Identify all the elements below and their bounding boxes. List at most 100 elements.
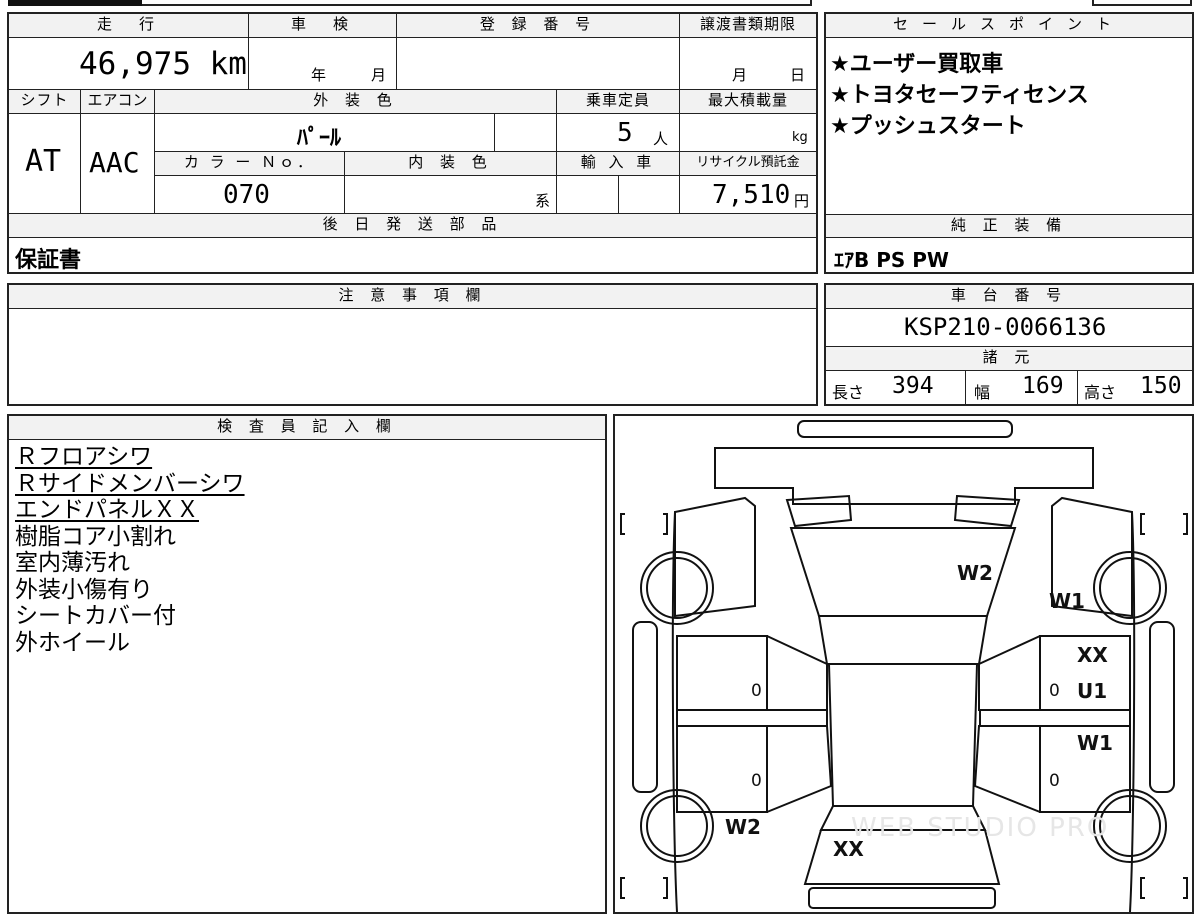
shift-cell: AT	[9, 114, 81, 214]
front-left-wheel	[640, 551, 714, 625]
interior-color-header: 内 装 色	[345, 152, 557, 176]
mark-right-front-fender: W1	[1049, 589, 1085, 613]
left-headlight	[785, 494, 853, 528]
right-front-door-inner	[978, 635, 1041, 711]
chassis-box: 車 台 番 号 KSP210-0066136 諸 元 長さ 394 幅 169 …	[824, 283, 1194, 406]
car-diagram: WEB STUDIO PRO W2 W1 XX U1 W1 W2 XX 0 0 …	[620, 420, 1188, 912]
left-sill	[676, 709, 828, 727]
aircon-cell: AAC	[81, 114, 155, 214]
import-header: 輸 入 車	[557, 152, 680, 176]
recycle-header: リサイクル預託金	[680, 152, 816, 176]
mark-left-rear-door-zero: 0	[751, 771, 762, 791]
mark-right-rear-door: W1	[1077, 731, 1113, 755]
inspection-month: 月	[371, 66, 387, 84]
interior-color-suffix: 系	[535, 192, 551, 210]
width-cell: 幅 169	[966, 371, 1078, 404]
capacity-header: 乗車定員	[557, 90, 680, 114]
sales-points-header: セールスポイント	[826, 14, 1192, 38]
front-bumper-outline	[797, 420, 1013, 438]
sales-points-box: セールスポイント ★ユーザー買取車 ★トヨタセーフティセンス ★プッシュスタート…	[824, 12, 1194, 274]
capacity-unit: 人	[653, 130, 669, 148]
rear-bumper-outline	[808, 887, 996, 909]
front-left-wheel-inner	[646, 557, 708, 619]
aircon-header: エアコン	[81, 90, 155, 114]
exterior-color-extra	[495, 114, 557, 152]
inspection-year: 年	[311, 66, 327, 84]
left-rear-door-inner	[766, 725, 833, 813]
later-parts-cell: 保証書	[9, 238, 816, 273]
sales-point-item: ★トヨタセーフティセンス	[830, 83, 1089, 108]
top-strip-right	[1092, 0, 1192, 6]
color-no-cell: 070	[155, 176, 345, 214]
genuine-equipment-header: 純 正 装 備	[826, 214, 1192, 238]
max-load-header: 最大積載量	[680, 90, 816, 114]
inspector-line: Ｒサイドメンバーシワ	[15, 470, 245, 497]
notes-box: 注 意 事 項 欄	[7, 283, 818, 406]
interior-color-cell: 系	[345, 176, 557, 214]
width-label: 幅	[974, 383, 991, 402]
height-value: 150	[1140, 373, 1182, 399]
bracket	[620, 513, 625, 535]
import-cell-b	[619, 176, 680, 214]
mileage-header: 走 行	[9, 14, 249, 38]
vehicle-info-table: 走 行 車 検 登 録 番 号 譲渡書類期限 46,975 km 年 月 月 日…	[7, 12, 818, 274]
inspector-line: 外装小傷有り	[15, 576, 153, 603]
mark-left-rear-fender: W2	[725, 815, 761, 839]
exterior-color-value: ﾊﾟｰﾙ	[297, 126, 342, 151]
dimensions-header: 諸 元	[826, 347, 1192, 371]
registration-header: 登 録 番 号	[397, 14, 680, 38]
mark-bonnet: W2	[957, 561, 993, 585]
roof-outline	[827, 663, 979, 807]
capacity-cell: 5 人	[557, 114, 680, 152]
right-rear-door-inner	[973, 725, 1041, 813]
sales-point-item: ★ユーザー買取車	[830, 52, 1004, 77]
length-value: 394	[892, 373, 934, 399]
width-value: 169	[1022, 373, 1064, 399]
mileage-cell: 46,975 km	[9, 38, 249, 90]
genuine-equipment-value: ｴｱB PS PW	[834, 248, 949, 272]
color-no-header: カ ラ ー Ｎｏ．	[155, 152, 345, 176]
height-cell: 高さ 150	[1078, 371, 1192, 404]
front-right-wheel	[1093, 551, 1167, 625]
right-sill	[979, 709, 1131, 727]
inspector-lines: Ｒフロアシワ Ｒサイドメンバーシワ エンドパネルＸＸ 樹脂コア小割れ 室内薄汚れ 外装小傷…	[15, 444, 595, 656]
right-headlight	[953, 494, 1021, 528]
left-front-door-inner	[766, 635, 828, 711]
bracket	[663, 513, 668, 535]
registration-cell	[397, 38, 680, 90]
exterior-color-header: 外 装 色	[155, 90, 557, 114]
transfer-cell: 月 日	[680, 38, 816, 90]
right-side-strip	[1149, 621, 1175, 793]
inspector-header: 検 査 員 記 入 欄	[9, 416, 605, 440]
height-label: 高さ	[1084, 383, 1117, 402]
inspector-line: シートカバー付	[15, 603, 176, 629]
recycle-value: 7,510	[712, 180, 791, 210]
bracket	[620, 877, 625, 899]
windshield-outline	[817, 615, 989, 665]
bracket	[1140, 513, 1145, 535]
mark-rear: XX	[833, 837, 864, 861]
inspection-header: 車 検	[249, 14, 397, 38]
chassis-cell: KSP210-0066136	[826, 309, 1192, 347]
bracket	[1183, 877, 1188, 899]
length-cell: 長さ 394	[826, 371, 966, 404]
mileage-value: 46,975 km	[79, 46, 247, 82]
mark-left-front-door-zero: 0	[751, 681, 762, 701]
front-body-outline	[714, 447, 1094, 505]
chassis-value: KSP210-0066136	[904, 313, 1107, 341]
inspector-line: 室内薄汚れ	[15, 550, 130, 576]
watermark: WEB STUDIO PRO	[851, 813, 1109, 843]
front-right-wheel-inner	[1099, 557, 1161, 619]
length-label: 長さ	[832, 383, 865, 402]
chassis-header: 車 台 番 号	[826, 285, 1192, 309]
top-tab	[8, 0, 142, 6]
later-parts-header: 後 日 発 送 部 品	[9, 214, 816, 238]
exterior-color-cell: ﾊﾟｰﾙ	[155, 114, 495, 152]
transfer-month: 月	[732, 66, 748, 84]
shift-header: シフト	[9, 90, 81, 114]
body-outline	[674, 496, 756, 618]
bracket	[1183, 513, 1188, 535]
max-load-unit: kg	[792, 130, 808, 145]
mark-right-front-door-zero: 0	[1049, 681, 1060, 701]
import-cell-a	[557, 176, 619, 214]
